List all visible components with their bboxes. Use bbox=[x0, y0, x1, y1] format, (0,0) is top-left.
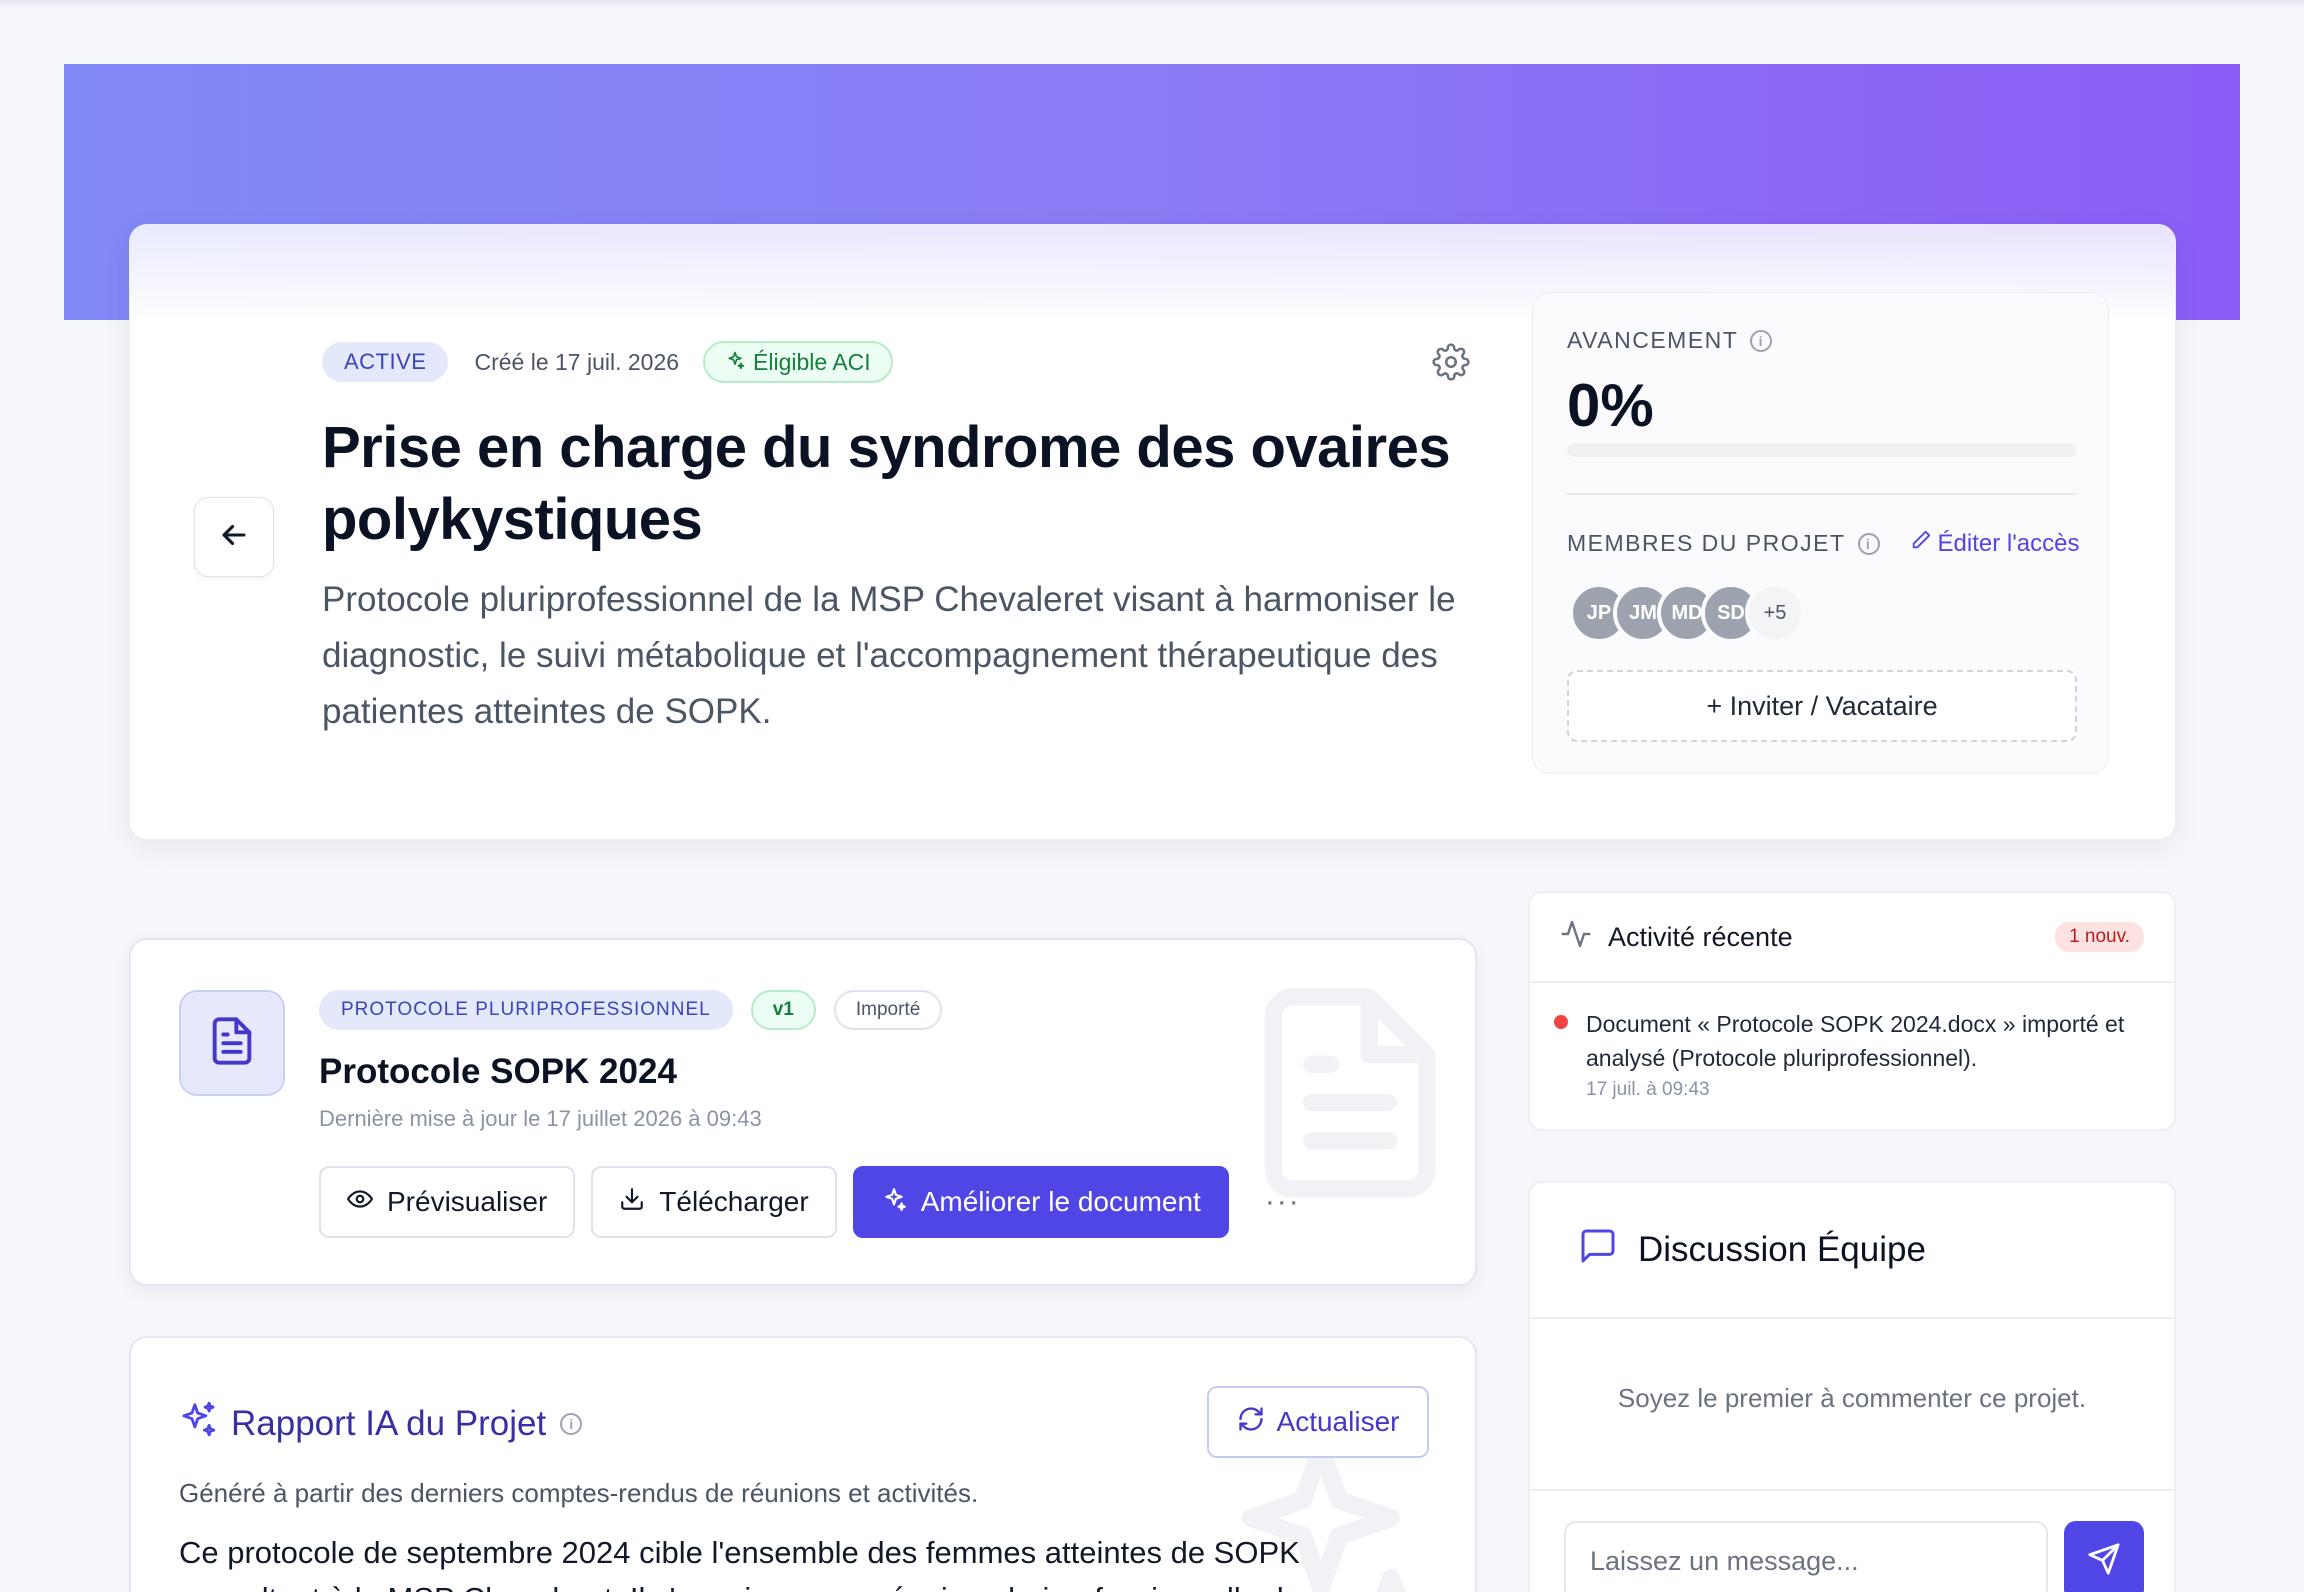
download-button[interactable]: Télécharger bbox=[591, 1166, 837, 1238]
ai-report-header: Rapport IA du Projet i bbox=[179, 1400, 583, 1447]
team-discussion-card: Discussion Équipe Soyez le premier à com… bbox=[1528, 1181, 2176, 1592]
improve-document-button[interactable]: Améliorer le document bbox=[852, 1166, 1229, 1238]
activity-text: Document « Protocole SOPK 2024.docx » im… bbox=[1586, 1011, 2125, 1071]
eligibility-label: Éligible ACI bbox=[753, 348, 871, 375]
source-tag: Importé bbox=[833, 990, 943, 1030]
list-item: Document « Protocole SOPK 2024.docx » im… bbox=[1554, 1007, 2154, 1101]
discussion-title: Discussion Équipe bbox=[1638, 1230, 1926, 1269]
gear-icon bbox=[1432, 343, 1470, 385]
members-label: MEMBRES DU PROJET bbox=[1567, 530, 1846, 556]
sparkles-icon bbox=[179, 1400, 217, 1447]
progress-label: AVANCEMENT bbox=[1567, 327, 1739, 353]
progress-bar bbox=[1567, 443, 2077, 457]
project-description: Protocole pluriprofessionnel de la MSP C… bbox=[322, 580, 1456, 731]
divider bbox=[1567, 493, 2077, 495]
progress-panel: AVANCEMENT i 0% MEMBRES DU PROJET i Édit… bbox=[1532, 292, 2109, 774]
page-title: Prise en charge du syndrome des ovaires … bbox=[322, 415, 1451, 552]
edit-access-label: Éditer l'accès bbox=[1937, 529, 2080, 557]
activity-header: Activité récente 1 nouv. bbox=[1530, 893, 2174, 983]
recent-activity-card: Activité récente 1 nouv. Document « Prot… bbox=[1528, 891, 2176, 1131]
activity-icon bbox=[1560, 918, 1592, 957]
ai-report-card: Rapport IA du Projet i Actualiser Généré… bbox=[129, 1336, 1477, 1592]
category-tag: PROTOCOLE PLURIPROFESSIONNEL bbox=[319, 990, 733, 1030]
document-actions: Prévisualiser Télécharger Améliorer le d… bbox=[319, 1166, 1301, 1238]
message-input[interactable]: Laissez un message... bbox=[1564, 1521, 2048, 1592]
progress-value: 0% bbox=[1567, 372, 1654, 439]
more-options-button[interactable]: ··· bbox=[1265, 1185, 1301, 1219]
empty-state-text: Soyez le premier à commenter ce projet. bbox=[1617, 1383, 2087, 1413]
invite-button[interactable]: + Inviter / Vacataire bbox=[1567, 670, 2077, 742]
improve-label: Améliorer le document bbox=[920, 1186, 1201, 1217]
info-icon[interactable]: i bbox=[1857, 532, 1880, 555]
edit-access-link[interactable]: Éditer l'accès bbox=[1910, 529, 2080, 558]
eye-icon bbox=[347, 1186, 373, 1219]
more-members-badge[interactable]: +5 bbox=[1745, 583, 1805, 643]
info-icon[interactable]: i bbox=[1750, 329, 1773, 352]
members-header: MEMBRES DU PROJET i Éditer l'accès bbox=[1567, 529, 2080, 558]
preview-label: Prévisualiser bbox=[387, 1186, 548, 1217]
ai-report-text: Ce protocole de septembre 2024 cible l'e… bbox=[179, 1535, 1301, 1592]
activity-title: Activité récente bbox=[1608, 921, 1793, 952]
back-button[interactable] bbox=[194, 497, 274, 577]
member-avatars: JP JM MD SD +5 bbox=[1569, 583, 1805, 643]
document-title: Protocole SOPK 2024 bbox=[319, 1052, 677, 1091]
message-square-icon bbox=[1578, 1226, 1618, 1275]
discussion-header: Discussion Équipe bbox=[1530, 1183, 2174, 1319]
document-tags: PROTOCOLE PLURIPROFESSIONNEL v1 Importé bbox=[319, 990, 943, 1030]
sparkles-icon bbox=[725, 349, 745, 376]
created-date: Créé le 17 juil. 2026 bbox=[474, 348, 680, 375]
status-dot bbox=[1554, 1015, 1568, 1029]
file-text-icon bbox=[206, 1015, 258, 1072]
refresh-button[interactable]: Actualiser bbox=[1207, 1386, 1429, 1458]
project-meta: ACTIVE Créé le 17 juil. 2026 Éligible AC… bbox=[322, 341, 893, 383]
document-updated: Dernière mise à jour le 17 juillet 2026 … bbox=[319, 1106, 762, 1131]
new-count-badge: 1 nouv. bbox=[2055, 922, 2144, 952]
divider bbox=[1530, 1489, 2174, 1491]
status-badge: ACTIVE bbox=[322, 342, 449, 382]
refresh-label: Actualiser bbox=[1276, 1406, 1400, 1437]
info-icon[interactable]: i bbox=[560, 1412, 583, 1435]
download-icon bbox=[619, 1186, 645, 1219]
ai-report-subtitle: Généré à partir des derniers comptes-ren… bbox=[179, 1478, 979, 1508]
pencil-icon bbox=[1910, 529, 1932, 558]
document-icon-tile bbox=[179, 990, 285, 1096]
eligibility-badge: Éligible ACI bbox=[703, 341, 893, 383]
send-icon bbox=[2087, 1542, 2121, 1581]
activity-time: 17 juil. à 09:43 bbox=[1586, 1079, 1710, 1100]
document-card: PROTOCOLE PLURIPROFESSIONNEL v1 Importé … bbox=[129, 938, 1477, 1286]
send-button[interactable] bbox=[2064, 1521, 2144, 1592]
download-label: Télécharger bbox=[659, 1186, 809, 1217]
version-tag: v1 bbox=[750, 990, 816, 1030]
progress-header: AVANCEMENT i bbox=[1567, 327, 1773, 354]
ai-report-title: Rapport IA du Projet bbox=[231, 1403, 547, 1443]
top-shadow bbox=[0, 0, 2304, 8]
preview-button[interactable]: Prévisualiser bbox=[319, 1166, 576, 1238]
refresh-icon bbox=[1237, 1405, 1265, 1440]
sparkles-icon bbox=[881, 1186, 907, 1219]
arrow-left-icon bbox=[217, 518, 251, 557]
settings-button[interactable] bbox=[1432, 343, 1470, 381]
